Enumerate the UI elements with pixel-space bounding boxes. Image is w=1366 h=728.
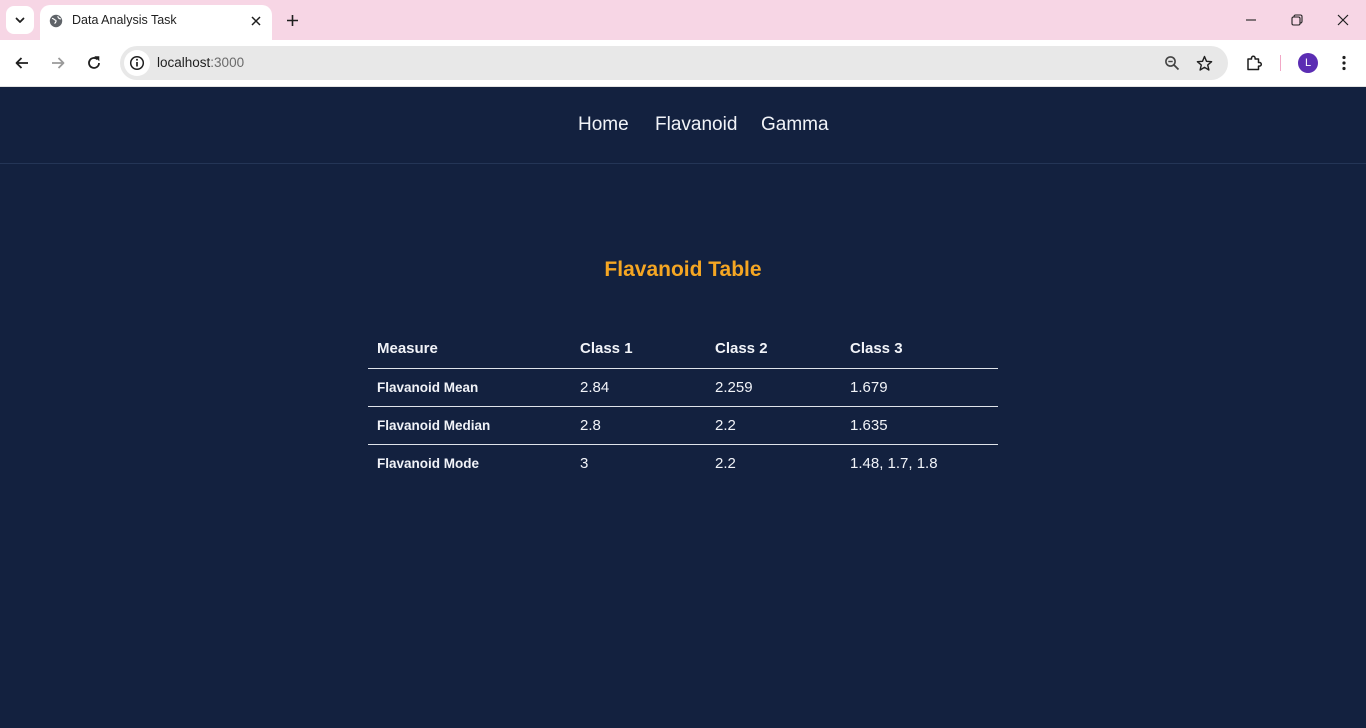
tab-search-button[interactable]	[6, 6, 34, 34]
window-close-button[interactable]	[1320, 0, 1366, 40]
table-row-mode: Flavanoid Mode 3 2.2 1.48, 1.7, 1.8	[368, 444, 998, 482]
table-header-row: Measure Class 1 Class 2 Class 3	[368, 330, 998, 369]
table-cell: 2.8	[571, 406, 706, 445]
bookmark-button[interactable]	[1192, 51, 1216, 75]
reload-icon	[88, 56, 100, 69]
minimize-icon	[1246, 19, 1256, 21]
row-label: Flavanoid Median	[368, 406, 571, 445]
forward-button[interactable]	[44, 49, 72, 77]
chevron-down-icon	[15, 17, 25, 23]
close-icon	[251, 16, 261, 26]
page-title: Flavanoid Table	[604, 258, 762, 281]
zoom-button[interactable]	[1160, 51, 1184, 75]
arrow-right-icon	[52, 57, 65, 69]
close-icon	[1337, 14, 1349, 26]
table-cell: 1.635	[841, 406, 998, 445]
table-row-median: Flavanoid Median 2.8 2.2 1.635	[368, 406, 998, 445]
table-header: Measure Class 1 Class 2 Class 3	[368, 330, 998, 369]
star-icon	[1196, 55, 1212, 71]
info-icon	[129, 55, 145, 71]
kebab-menu-icon	[1342, 55, 1346, 71]
column-header-class-3: Class 3	[841, 330, 998, 369]
reload-button[interactable]	[80, 49, 108, 77]
back-button[interactable]	[8, 49, 36, 77]
table-cell: 1.48, 1.7, 1.8	[850, 454, 938, 472]
browser-menu-button[interactable]	[1332, 51, 1356, 75]
nav-link-home[interactable]: Home	[578, 114, 629, 136]
table-row-mean: Flavanoid Mean 2.84 2.259 1.679	[368, 368, 998, 407]
browser-tab-active[interactable]: Data Analysis Task	[40, 5, 272, 40]
column-header-measure: Measure	[368, 330, 571, 369]
table-cell: 3	[580, 454, 589, 472]
toolbar-divider	[1280, 55, 1281, 71]
plus-icon	[286, 14, 298, 26]
nav-link-gamma[interactable]: Gamma	[761, 114, 829, 136]
minimize-button[interactable]	[1228, 0, 1274, 40]
row-label: Flavanoid Mean	[368, 368, 571, 407]
table-body: Flavanoid Mean 2.84 2.259 1.679 Flavanoi…	[368, 368, 998, 482]
tab-close-button[interactable]	[246, 11, 266, 31]
globe-icon	[49, 14, 63, 28]
flavanoid-table: Measure Class 1 Class 2 Class 3 Flavanoi…	[368, 330, 998, 482]
site-info-button[interactable]	[124, 50, 150, 76]
nav-link-flavanoid[interactable]: Flavanoid	[655, 114, 737, 136]
restore-button[interactable]	[1274, 0, 1320, 40]
url-port: :3000	[210, 55, 245, 70]
arrow-left-icon	[15, 57, 28, 69]
new-tab-button[interactable]	[280, 8, 304, 32]
browser-titlebar: Data Analysis Task	[0, 0, 1366, 40]
row-label: Flavanoid Mode	[377, 455, 480, 471]
site-navbar: Home Flavanoid Gamma	[0, 88, 1366, 164]
table-cell: 2.259	[706, 368, 841, 407]
browser-toolbar: localhost:3000 L	[0, 40, 1366, 87]
column-header-class-1: Class 1	[571, 330, 706, 369]
table-cell: 2.2	[706, 406, 841, 445]
puzzle-icon	[1247, 55, 1263, 71]
profile-avatar[interactable]: L	[1298, 53, 1318, 73]
column-header-class-2: Class 2	[706, 330, 841, 369]
table-cell: 1.679	[841, 368, 998, 407]
page-content: Home Flavanoid Gamma Flavanoid Table Mea…	[0, 88, 1366, 728]
zoom-icon	[1165, 56, 1180, 71]
table-cell: 2.2	[715, 454, 736, 472]
table-cell: 2.84	[571, 368, 706, 407]
url-text: localhost:3000	[157, 55, 244, 70]
address-bar[interactable]: localhost:3000	[120, 46, 1228, 80]
url-host: localhost	[157, 55, 211, 70]
extensions-button[interactable]	[1242, 51, 1266, 75]
tab-title: Data Analysis Task	[72, 13, 177, 27]
restore-icon	[1291, 14, 1303, 26]
